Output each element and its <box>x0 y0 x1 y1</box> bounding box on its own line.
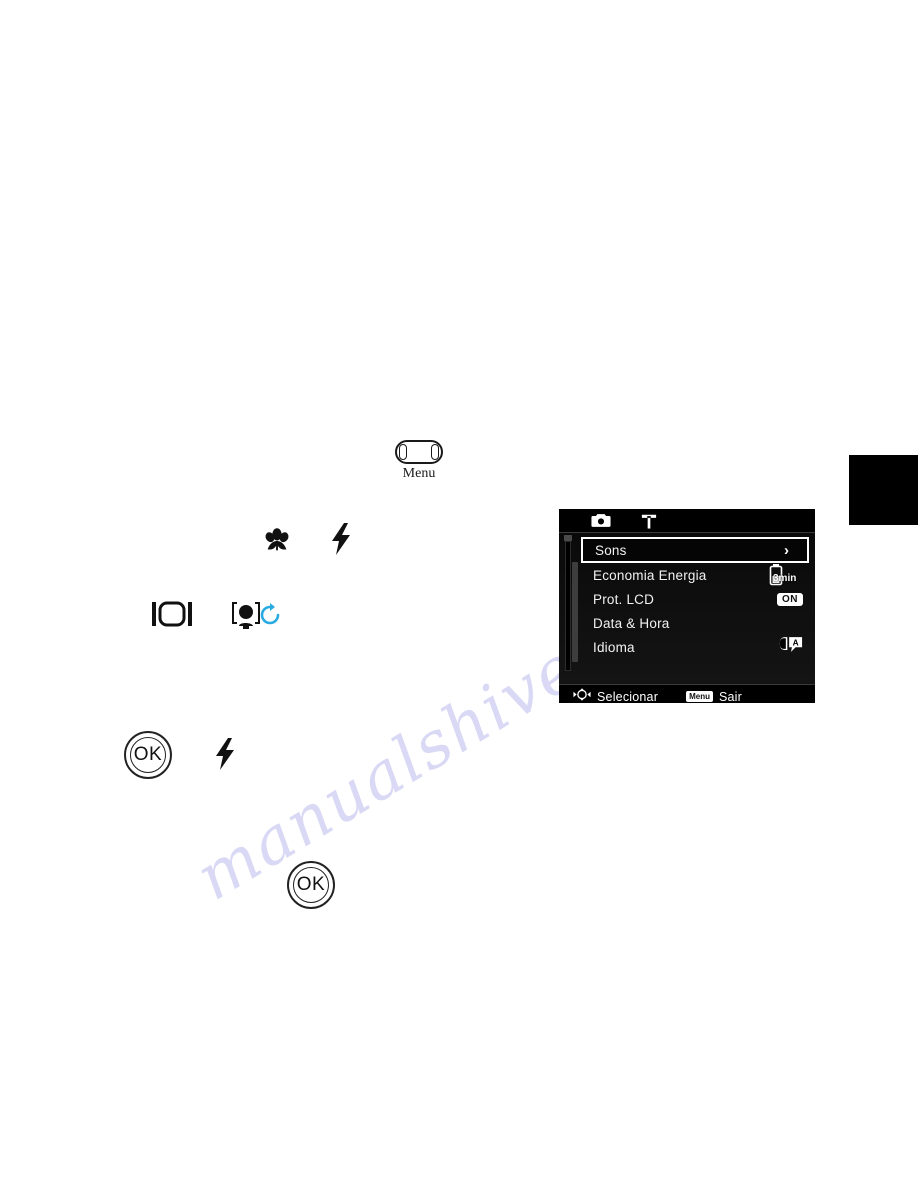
menu-item-prot-lcd[interactable]: Prot. LCD ON <box>581 587 809 611</box>
footer-exit-label: Sair <box>718 689 742 704</box>
menu-button-label: Menu <box>402 466 436 481</box>
self-timer-icon <box>258 603 282 627</box>
display-lcd-icon <box>152 600 192 628</box>
lcd-menu-body: Sons › Economia Energia 3min Prot. LCD O… <box>559 533 815 684</box>
hammer-icon[interactable] <box>639 513 659 529</box>
lcd-tab-bar <box>559 509 815 533</box>
menu-item-value: ON <box>765 587 803 611</box>
menu-scrollbar-track[interactable] <box>565 541 578 671</box>
menu-item-value: 3min <box>765 563 803 587</box>
language-icon: A <box>779 636 803 658</box>
menu-scrollbar-thumb[interactable] <box>572 562 578 662</box>
macro-flower-icon <box>262 525 292 555</box>
footer-menu-chip: Menu <box>686 691 713 702</box>
menu-item-value <box>765 611 803 635</box>
menu-item-data-hora[interactable]: Data & Hora <box>581 611 809 635</box>
menu-button-shape <box>395 440 443 464</box>
menu-item-label: Idioma <box>593 639 635 655</box>
menu-item-label: Prot. LCD <box>593 591 655 607</box>
flash-bolt-icon <box>328 523 354 555</box>
menu-item-value: › <box>763 539 801 561</box>
battery-value-group: 3min <box>769 564 803 586</box>
footer-select-label: Selecionar <box>597 689 659 704</box>
four-way-navigation-icon <box>573 687 591 704</box>
menu-item-label: Economia Energia <box>593 567 707 583</box>
menu-item-sons[interactable]: Sons › <box>581 537 809 563</box>
lcd-footer-bar: Selecionar Menu Sair <box>559 684 815 703</box>
ok-button-label-2: OK <box>293 867 329 903</box>
menu-item-label: Sons <box>595 542 627 558</box>
ok-button-label: OK <box>130 737 166 773</box>
status-badge-on: ON <box>777 592 803 606</box>
menu-button-illustration: Menu <box>392 440 446 482</box>
manual-page: manualshive.com Menu OK OK Sons › Econom… <box>0 0 918 1188</box>
setup-menu-list: Sons › Economia Energia 3min Prot. LCD O… <box>581 537 809 659</box>
flash-bolt-icon <box>212 738 238 770</box>
battery-minutes-label: 3min <box>773 573 797 584</box>
menu-item-economia-energia[interactable]: Economia Energia 3min <box>581 563 809 587</box>
menu-item-value: A <box>765 635 803 659</box>
svg-text:A: A <box>793 637 799 647</box>
ok-button-illustration: OK <box>124 731 172 779</box>
camera-lcd-screen: Sons › Economia Energia 3min Prot. LCD O… <box>559 509 815 703</box>
menu-item-idioma[interactable]: Idioma A <box>581 635 809 659</box>
camera-icon[interactable] <box>591 513 611 528</box>
page-edge-tab-marker <box>849 455 918 525</box>
scroll-top-marker <box>564 535 572 541</box>
ok-button-illustration-2: OK <box>287 861 335 909</box>
menu-item-label: Data & Hora <box>593 615 670 631</box>
chevron-right-icon: › <box>784 541 789 559</box>
